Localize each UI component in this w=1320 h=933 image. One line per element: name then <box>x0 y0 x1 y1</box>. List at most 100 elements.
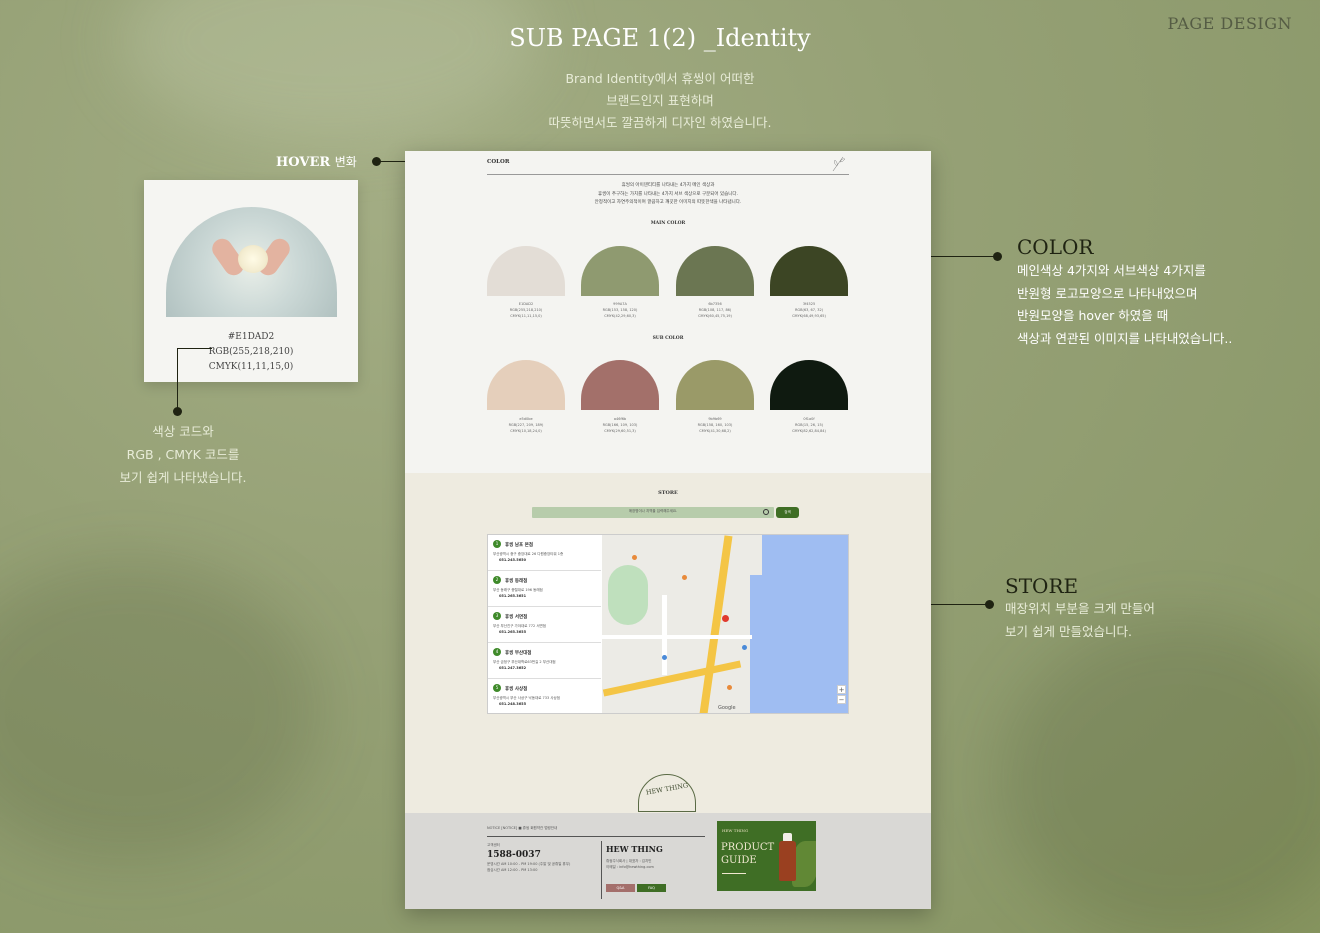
map-pin-icon <box>682 575 687 580</box>
main-color-swatch-2[interactable] <box>581 246 659 296</box>
background-shadow <box>0 560 320 860</box>
store-name: 휴씽 사상점 <box>505 687 528 692</box>
faq-button[interactable]: FAQ <box>637 884 666 892</box>
banner-title-line: PRODUCT <box>721 842 775 853</box>
hover-caption: 색상 코드와 RGB , CMYK 코드를 보기 쉽게 나타냈습니다. <box>104 420 262 489</box>
store-list-item[interactable]: 1 휴씽 남포 본점 부산광역시 중구 중앙대로 26 다원중앙타워 1층 05… <box>488 535 601 571</box>
search-icon[interactable] <box>763 509 769 515</box>
sub-color-label: SUB COLOR <box>652 336 684 341</box>
page-title: SUB PAGE 1(2) _Identity <box>509 24 811 52</box>
callout-dot <box>993 252 1002 261</box>
hex-code: #E1DAD2 <box>227 332 275 342</box>
code-cmyk: CMYK(60,45,75,19) <box>698 314 732 318</box>
callout-dot <box>173 407 182 416</box>
callout-dot <box>985 600 994 609</box>
product-bottle-image <box>779 841 796 881</box>
main-color-code-2: 999A7A RGB(153, 158, 120) CMYK(42,29,60,… <box>581 301 659 319</box>
footer-brand: HEW THING <box>606 844 663 854</box>
color-callout-text: 메인색상 4가지와 서브색상 4가지를 반원형 로고모양으로 나타내었으며 반원… <box>1017 260 1232 350</box>
code-cmyk: CMYK(29,60,51,3) <box>604 429 636 433</box>
store-list-item[interactable]: 5 휴씽 사상점 부산광역시 부산 사상구 낙동대로 733 사상점 051.2… <box>488 679 601 713</box>
main-color-swatch-1[interactable] <box>487 246 565 296</box>
store-callout-title: STORE <box>1005 574 1079 598</box>
map-park <box>608 565 648 625</box>
color-heading: COLOR <box>487 159 510 165</box>
store-list-item[interactable]: 4 휴씽 부산대점 부산 금정구 부산대학로63번길 2 부산대점 051.24… <box>488 643 601 679</box>
map-pin-icon <box>727 685 732 690</box>
callout-line-text: 매장위치 부분을 크게 만들어 <box>1005 601 1155 616</box>
sub-color-swatch-4[interactable] <box>770 360 848 410</box>
product-guide-banner[interactable]: HEW THING PRODUCT GUIDE <box>717 821 816 891</box>
store-search-input[interactable]: 매장명이나 지역을 입력해주세요. <box>532 507 774 518</box>
sub-color-swatch-1[interactable] <box>487 360 565 410</box>
callout-line-text: 메인색상 4가지와 서브색상 4가지를 <box>1017 263 1206 278</box>
callout-line-text: 색상과 연관된 이미지를 나타내었습니다.. <box>1017 330 1233 346</box>
store-number: 2 <box>493 576 501 584</box>
code-cmyk: CMYK(10,18,24,0) <box>510 429 542 433</box>
banner-brand: HEW THING <box>722 828 749 833</box>
hover-label-ko: 변화 <box>334 155 357 169</box>
code-cmyk: CMYK(82,62,84,84) <box>792 429 826 433</box>
store-finder: 1 휴씽 남포 본점 부산광역시 중구 중앙대로 26 다원중앙타워 1층 05… <box>487 534 849 714</box>
store-list: 1 휴씽 남포 본점 부산광역시 중구 중앙대로 26 다원중앙타워 1층 05… <box>488 535 601 713</box>
zoom-out-button[interactable]: − <box>837 695 846 704</box>
cs-phone: 1588-0037 <box>487 850 541 860</box>
store-list-item[interactable]: 2 휴씽 동래점 부산 동래구 충렬대로 196 동래점 051.265.365… <box>488 571 601 607</box>
callout-line-text: 보기 쉽게 만들었습니다. <box>1005 623 1132 639</box>
subtitle-line: Brand Identity에서 휴씽이 어떠한 <box>565 71 755 86</box>
leaf-icon <box>832 156 846 172</box>
qna-button[interactable]: Q&A <box>606 884 635 892</box>
callout-line <box>177 348 212 349</box>
store-name: 휴씽 부산대점 <box>505 651 532 656</box>
banner-title-line: GUIDE <box>721 855 757 866</box>
store-name: 휴씽 동래점 <box>505 579 528 584</box>
map-pin-icon <box>742 645 747 650</box>
store-section: STORE 매장명이나 지역을 입력해주세요. 검색 1 휴씽 남포 본점 부산… <box>405 473 931 813</box>
main-color-code-1: E1DAD2 RGB(255,218,210) CMYK(11,11,15,0) <box>487 301 565 319</box>
cs-label: 고객센터 <box>487 843 500 847</box>
store-list-item[interactable]: 3 휴씽 서면점 부산 부산진구 가야대로 772 서면점 051.265.36… <box>488 607 601 643</box>
brand-logo-text: HEW THING <box>645 781 689 797</box>
page-mockup: COLOR 휴씽의 아이덴티티를 나타내는 4가지 메인 색상과 휴씽이 추구하… <box>405 151 931 909</box>
main-color-code-4: 3f4525 RGB(63, 67, 32) CMYK(68,49,93,65) <box>770 301 848 319</box>
arrow-icon <box>722 873 746 874</box>
store-address: 부산 부산진구 가야대로 772 서면점 <box>493 624 546 628</box>
store-number: 1 <box>493 540 501 548</box>
code-cmyk: CMYK(42,29,60,3) <box>604 314 636 318</box>
main-color-label: MAIN COLOR <box>650 221 686 226</box>
map-pin-icon <box>662 655 667 660</box>
callout-line <box>177 348 178 410</box>
map-road <box>602 660 742 697</box>
map-sea <box>750 535 848 713</box>
sub-color-swatch-3[interactable] <box>676 360 754 410</box>
company-info: 휴씽주식회사 | 대표자 : 김지민 이메일 : info@hewthing.c… <box>606 858 654 870</box>
store-heading: STORE <box>658 490 678 496</box>
subtitle-line: 따뜻하면서도 깔끔하게 디자인 하였습니다. <box>548 115 772 130</box>
banner-title: PRODUCT GUIDE <box>721 841 774 867</box>
footer-divider <box>601 841 602 899</box>
main-color-code-3: 6b7356 RGB(108, 117, 86) CMYK(60,45,75,1… <box>676 301 754 319</box>
cs-hours: 운영시간 AM 10:00 - PM 19:00 (주말 및 공휴일 휴무) 점… <box>487 861 570 873</box>
map-road <box>602 635 752 639</box>
subtitle-line: 브랜드인지 표현하며 <box>606 93 714 108</box>
sub-color-swatch-2[interactable] <box>581 360 659 410</box>
footer-notice[interactable]: NOTICE [NOTICE] ■ 휴씽 회원약관 법령안내 <box>487 826 557 831</box>
search-placeholder: 매장명이나 지역을 입력해주세요. <box>628 509 678 513</box>
caption-line: 색상 코드와 <box>152 424 214 439</box>
map-pin-icon[interactable] <box>722 615 729 622</box>
search-button[interactable]: 검색 <box>776 507 799 518</box>
store-map[interactable]: + − Google <box>602 535 848 713</box>
google-logo: Google <box>718 705 736 711</box>
color-intro: 휴씽의 아이덴티티를 나타내는 4가지 메인 색상과 휴씽이 추구하는 가치를 … <box>405 182 931 208</box>
map-pin-icon <box>632 555 637 560</box>
store-name: 휴씽 남포 본점 <box>505 543 533 548</box>
sub-color-code-3: 9b9b69 RGB(158, 160, 103) CMYK(41,30,68,… <box>676 416 754 434</box>
main-color-swatch-3[interactable] <box>676 246 754 296</box>
flower-image <box>238 245 268 273</box>
store-tel: 051.245.5650 <box>499 558 527 562</box>
store-number: 5 <box>493 684 501 692</box>
main-color-swatch-4[interactable] <box>770 246 848 296</box>
intro-line: 안정적이고 자연주의적이며 깔끔하고 깨끗한 이미지의 따뜻한색을 나타냅니다. <box>594 200 742 205</box>
zoom-in-button[interactable]: + <box>837 685 846 694</box>
sub-color-code-1: e5d0be RGB(227, 209, 189) CMYK(10,18,24,… <box>487 416 565 434</box>
